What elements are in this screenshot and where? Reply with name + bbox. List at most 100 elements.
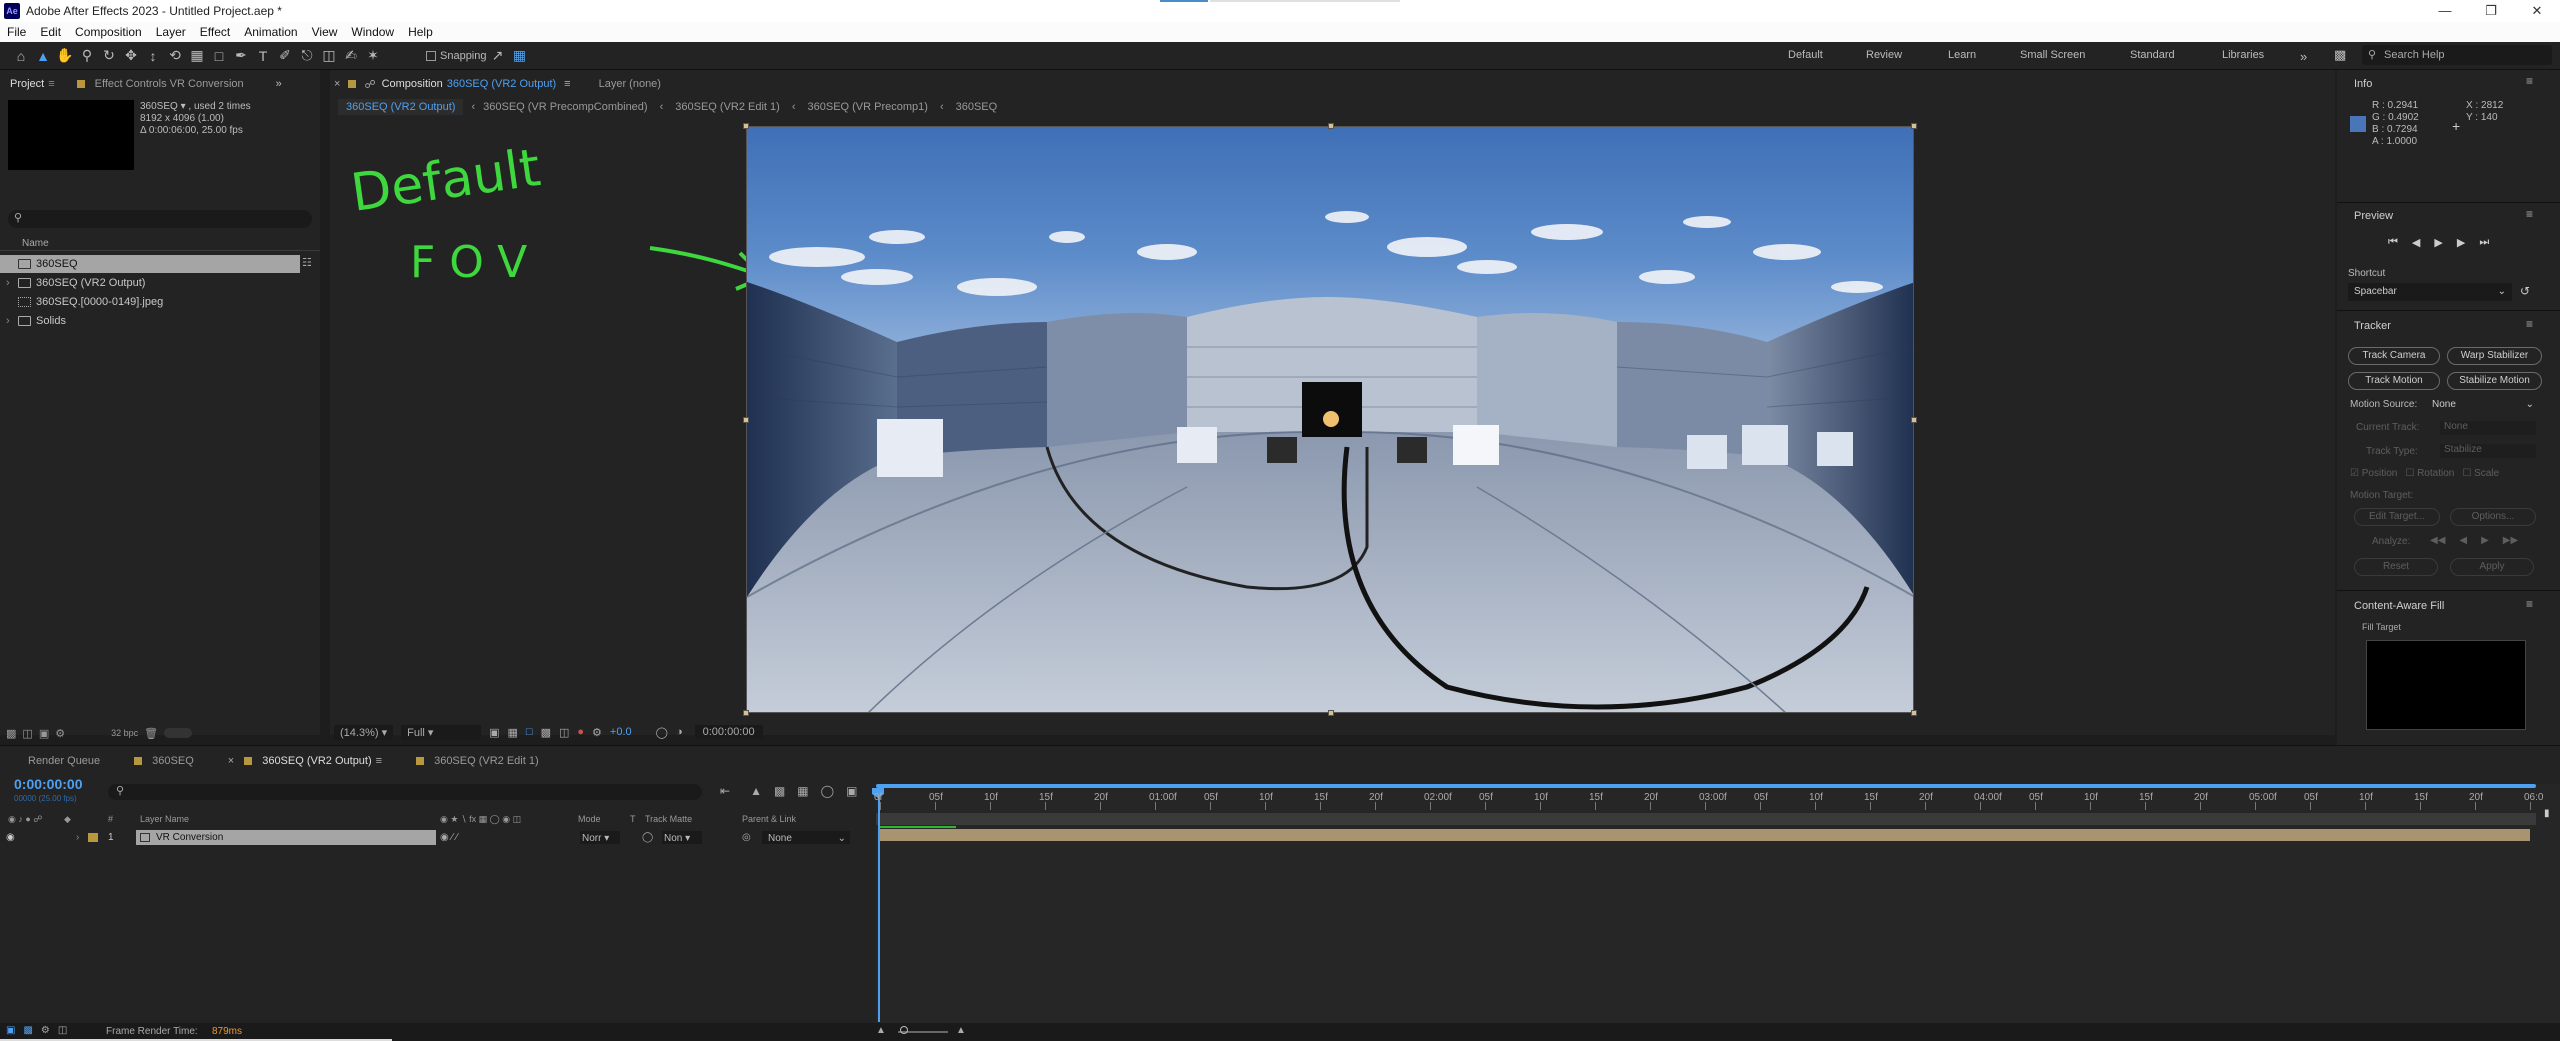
adjust-icon[interactable]: ⚙	[55, 727, 65, 740]
track-matte-dropdown[interactable]: Non ▾	[662, 831, 702, 844]
parent-dropdown[interactable]: None ⌄	[762, 831, 850, 844]
search-help-input[interactable]: ⚲ Search Help	[2362, 45, 2552, 65]
comp-tab-prefix[interactable]: Composition	[382, 78, 443, 90]
shortcut-dropdown[interactable]: Spacebar ⌄	[2348, 283, 2512, 301]
motion-blur-icon[interactable]: ◯	[821, 784, 834, 798]
timeline-search-input[interactable]: ⚲	[108, 784, 702, 800]
shy-layers-icon[interactable]: ▩	[774, 784, 785, 798]
frame-handle[interactable]	[1911, 123, 1917, 129]
pan-behind-tool-icon[interactable]: ▦	[186, 45, 208, 67]
t-column[interactable]: T	[630, 814, 636, 824]
workspace-libraries[interactable]: Libraries	[2222, 49, 2264, 61]
comp-flowchart-icon[interactable]: ⇤	[720, 784, 730, 798]
brush-tool-icon[interactable]: ✐	[274, 45, 296, 67]
eye-icon[interactable]: ◉	[6, 830, 15, 845]
selection-tool-icon[interactable]: ▲	[32, 45, 54, 67]
tab-vr2-edit1[interactable]: 360SEQ (VR2 Edit 1)	[424, 755, 549, 767]
rotate-tool-icon[interactable]: ⟲	[164, 45, 186, 67]
snapping-checkbox[interactable]	[424, 45, 438, 67]
layer-mode-dropdown[interactable]: Norr ▾	[580, 831, 620, 844]
track-motion-button[interactable]: Track Motion	[2348, 372, 2440, 390]
expand-icon[interactable]: ›	[6, 312, 10, 330]
exposure-value[interactable]: +0.0	[610, 726, 632, 738]
motion-source-dropdown[interactable]: None ⌄	[2432, 397, 2536, 413]
expand-icon[interactable]: ›	[6, 274, 10, 292]
workspace-default[interactable]: Default	[1788, 49, 1823, 61]
exposure-icon[interactable]: ⚙	[592, 726, 602, 739]
sync-settings-icon[interactable]: ▩	[2334, 47, 2346, 63]
layer-label-color[interactable]	[88, 833, 98, 842]
snap-options-icon[interactable]: ↗	[487, 45, 509, 67]
project-item-solids[interactable]: › Solids	[0, 312, 300, 330]
first-frame-icon[interactable]: ⏮	[2388, 236, 2398, 249]
layer-tab[interactable]: Layer (none)	[599, 78, 661, 90]
frame-handle[interactable]	[743, 417, 749, 423]
new-folder-icon[interactable]: ◫	[22, 727, 32, 740]
menu-composition[interactable]: Composition	[68, 25, 149, 39]
breadcrumb-item[interactable]: 360SEQ (VR Precomp1)	[808, 101, 928, 113]
close-tab-icon[interactable]: ×	[228, 755, 234, 767]
pan-tool-icon[interactable]: ✥	[120, 45, 142, 67]
menu-effect[interactable]: Effect	[193, 25, 237, 39]
thumbnail-slider[interactable]	[164, 728, 193, 738]
workspace-learn[interactable]: Learn	[1948, 49, 1976, 61]
color-channels-icon[interactable]: ●	[577, 726, 584, 738]
restore-icon[interactable]: ❐	[2468, 0, 2514, 22]
panel-menu-icon[interactable]: ≡	[2526, 207, 2533, 221]
trash-icon[interactable]: 🗑	[144, 727, 158, 740]
clone-stamp-tool-icon[interactable]: ⎋	[296, 45, 318, 67]
rectangle-tool-icon[interactable]: □	[208, 45, 230, 67]
more-workspaces-icon[interactable]: »	[2300, 49, 2307, 64]
panel-menu-icon[interactable]: ≡	[2526, 597, 2533, 611]
stabilize-motion-button[interactable]: Stabilize Motion	[2447, 372, 2542, 390]
puppet-tool-icon[interactable]: ✶	[362, 45, 384, 67]
reset-shortcut-icon[interactable]: ↺	[2520, 284, 2530, 298]
roto-brush-tool-icon[interactable]: ✍	[340, 45, 362, 67]
graph-editor-icon[interactable]: ▣	[846, 784, 857, 798]
frame-handle[interactable]	[1328, 123, 1334, 129]
layer-row[interactable]: ◉ › 1 VR Conversion ◉ ∕ ∕ Norr ▾ ◯ Non ▾…	[0, 830, 872, 845]
breadcrumb-item[interactable]: 360SEQ	[956, 101, 998, 113]
last-frame-icon[interactable]: ⏭	[2479, 236, 2489, 249]
toggle-in-out-icon[interactable]: ◫	[58, 1025, 67, 1036]
layer-name-column[interactable]: Layer Name	[140, 814, 189, 824]
workspace-review[interactable]: Review	[1866, 49, 1902, 61]
show-snapshot-icon[interactable]: ◑	[676, 726, 683, 738]
minimize-icon[interactable]: —	[2422, 0, 2468, 22]
warp-stabilizer-button[interactable]: Warp Stabilizer	[2447, 347, 2542, 365]
track-matte-icon[interactable]: ◯	[642, 830, 653, 845]
frame-handle[interactable]	[1911, 417, 1917, 423]
eraser-tool-icon[interactable]: ◫	[318, 45, 340, 67]
menu-view[interactable]: View	[305, 25, 345, 39]
frame-handle[interactable]	[743, 123, 749, 129]
mask-visibility-icon[interactable]: □	[526, 726, 533, 738]
playhead-line[interactable]	[878, 790, 880, 1022]
tab-360seq[interactable]: 360SEQ	[142, 755, 204, 767]
magnification-dropdown[interactable]: (14.3%) ▾	[334, 724, 394, 740]
project-search-input[interactable]: ⚲	[8, 210, 312, 228]
play-icon[interactable]: ▶	[2434, 236, 2442, 249]
timeline-current-time[interactable]: 0:00:00:00	[14, 776, 83, 792]
panel-menu-icon[interactable]: ≡	[564, 78, 570, 90]
end-marker-icon[interactable]: ▮	[2544, 808, 2550, 819]
close-tab-icon[interactable]: ×	[330, 78, 340, 90]
draft-3d-icon[interactable]: ▲	[750, 784, 762, 798]
guides-icon[interactable]: ▩	[541, 726, 551, 739]
region-of-interest-icon[interactable]: ▣	[489, 726, 499, 739]
pen-tool-icon[interactable]: ✒	[230, 45, 252, 67]
workspace-small-screen[interactable]: Small Screen	[2020, 49, 2085, 61]
project-item-jpeg-sequence[interactable]: 360SEQ.[0000-0149].jpeg	[0, 293, 300, 311]
home-icon[interactable]: ⌂	[10, 45, 32, 67]
close-icon[interactable]: ✕	[2514, 0, 2560, 22]
breadcrumb-item-active[interactable]: 360SEQ (VR2 Output)	[338, 99, 464, 115]
view-options-icon[interactable]: ◫	[559, 726, 569, 739]
menu-file[interactable]: File	[0, 25, 33, 39]
panel-menu-icon[interactable]: ≡	[376, 755, 382, 767]
info-panel-title[interactable]: Info	[2354, 78, 2372, 90]
tab-render-queue[interactable]: Render Queue	[0, 755, 110, 767]
comp-tab-name[interactable]: 360SEQ (VR2 Output)	[447, 78, 556, 90]
toggle-modes-icon[interactable]: ▩	[23, 1025, 32, 1036]
pick-whip-icon[interactable]: ◎	[742, 830, 751, 845]
bpc-label[interactable]: 32 bpc	[111, 728, 138, 738]
dolly-tool-icon[interactable]: ↕	[142, 45, 164, 67]
